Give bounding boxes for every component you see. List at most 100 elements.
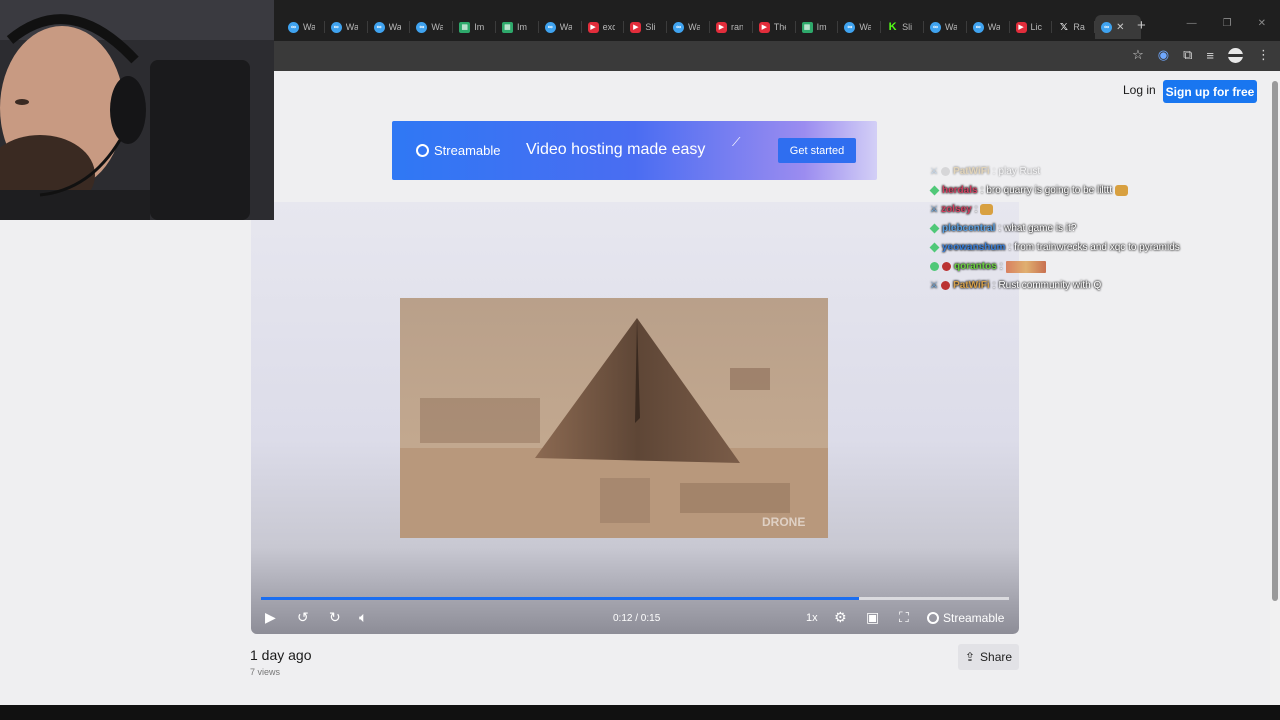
moderator-badge-icon bbox=[941, 281, 951, 290]
browser-tab[interactable]: ∞ Wa bbox=[410, 15, 453, 39]
streamable-icon: ∞ bbox=[844, 21, 856, 33]
bookmark-star-icon[interactable]: ☆ bbox=[1132, 47, 1144, 63]
restore-icon[interactable]: ❐ bbox=[1223, 18, 1232, 29]
browser-tab[interactable]: K Sli bbox=[881, 15, 924, 39]
chat-text: Rust community with Q bbox=[998, 280, 1102, 291]
more-menu-icon[interactable]: ⋮ bbox=[1257, 47, 1270, 63]
play-icon[interactable]: ▶ bbox=[265, 609, 276, 626]
browser-tab[interactable]: ▦ Im bbox=[496, 15, 539, 39]
streamable-icon: ∞ bbox=[373, 21, 385, 33]
tab-label: Ra bbox=[1073, 22, 1085, 32]
verified-badge-icon bbox=[930, 262, 939, 271]
youtube-icon: ▶ bbox=[715, 21, 727, 33]
chat-message: qorantos : bbox=[930, 257, 1230, 276]
fullscreen-icon[interactable]: ⛶ bbox=[899, 609, 909, 626]
chat-text: play Rust bbox=[998, 166, 1041, 177]
tab-active[interactable]: ∞ ✕ bbox=[1095, 15, 1142, 39]
view-count: 7 views bbox=[250, 667, 281, 677]
stream-chat-overlay: ⚔ PatWiFi : play Rust herdals : bro quarry… bbox=[929, 162, 1230, 295]
page-scrollbar[interactable] bbox=[1270, 71, 1280, 705]
chat-username[interactable]: herdals bbox=[942, 185, 978, 196]
chat-username[interactable]: PatWiFi bbox=[953, 280, 990, 291]
browser-tab[interactable]: ▶The bbox=[753, 15, 796, 39]
rewind-icon[interactable]: ↺ bbox=[297, 609, 309, 626]
sword-badge-icon: ⚔ bbox=[930, 166, 939, 176]
badge-icon bbox=[941, 167, 951, 176]
streamable-icon: ∞ bbox=[972, 21, 984, 33]
signup-button[interactable]: Sign up for free bbox=[1163, 80, 1257, 103]
streamable-brand-link[interactable]: Streamable bbox=[927, 611, 1004, 625]
chat-message: ⚔ zolsey : bbox=[930, 200, 1230, 219]
image-icon: ▦ bbox=[501, 21, 513, 33]
subscriber-badge-icon bbox=[929, 185, 940, 196]
browser-tab[interactable]: ▶ ran bbox=[710, 15, 753, 39]
tab-list: ∞Wa∞Wa∞Wa∞Wa▦Im▦Im∞Wa▶exc▶Sli∞Wa▶ran▶The… bbox=[282, 15, 1142, 39]
browser-tab[interactable]: ∞ Wa bbox=[838, 15, 881, 39]
settings-gear-icon[interactable]: ⚙ bbox=[834, 609, 847, 626]
promo-banner[interactable]: Streamable Video hosting made easy ⟋ Get… bbox=[392, 121, 877, 180]
browser-tab[interactable]: ∞ Wa bbox=[368, 15, 411, 39]
browser-tab[interactable]: ∞ Wa bbox=[325, 15, 368, 39]
chat-username[interactable]: PatWiFi bbox=[953, 166, 990, 177]
volume-icon[interactable]: 🔈︎ bbox=[359, 609, 367, 626]
chat-username[interactable]: qorantos bbox=[954, 261, 997, 272]
chat-username[interactable]: plebcentral bbox=[942, 223, 995, 234]
browser-tab[interactable]: ∞ Wa bbox=[539, 15, 582, 39]
chat-message: ⚔ PatWiFi : Rust community with Q bbox=[930, 280, 1102, 291]
browser-tab[interactable]: ▶ Lic bbox=[1010, 15, 1053, 39]
browser-tab[interactable]: ▦ Im bbox=[796, 15, 839, 39]
tab-label: Wa bbox=[859, 22, 872, 32]
sword-badge-icon: ⚔ bbox=[930, 280, 939, 290]
youtube-icon: ▶ bbox=[587, 21, 599, 33]
get-started-button[interactable]: Get started bbox=[778, 138, 856, 163]
image-icon: ▦ bbox=[459, 21, 471, 33]
media-controls-icon[interactable]: ≡ bbox=[1206, 48, 1214, 63]
tab-label: Wa bbox=[345, 22, 358, 32]
close-window-icon[interactable]: ✕ bbox=[1258, 18, 1266, 29]
chat-emote-icon bbox=[1114, 185, 1128, 196]
tab-label: The bbox=[773, 22, 786, 32]
kick-icon: K bbox=[887, 21, 899, 33]
sparkle-icon: ⟋ bbox=[732, 135, 741, 149]
forward-icon[interactable]: ↻ bbox=[329, 609, 341, 626]
playback-speed-button[interactable]: 1x bbox=[806, 612, 818, 624]
new-tab-icon[interactable]: + bbox=[1137, 17, 1146, 34]
browser-tab[interactable]: ▶ Sli bbox=[624, 15, 667, 39]
streamable-icon: ∞ bbox=[330, 21, 342, 33]
profile-avatar-icon[interactable] bbox=[1228, 47, 1243, 63]
chat-message: ⚔ PatWiFi : play Rust bbox=[930, 166, 1041, 177]
tab-close-icon[interactable]: ✕ bbox=[1116, 22, 1124, 33]
tab-label: Wa bbox=[688, 22, 701, 32]
streamable-icon: ∞ bbox=[288, 21, 299, 33]
chat-text: bro quarry is going to be lilttt bbox=[986, 185, 1112, 196]
tab-label: Sli bbox=[645, 22, 656, 32]
extensions-icon[interactable]: ⧉ bbox=[1183, 47, 1192, 63]
browser-tab[interactable]: ∞ Wa bbox=[282, 15, 325, 39]
chat-message: herdals : bro quarry is going to be lilt… bbox=[929, 181, 1230, 200]
chat-username[interactable]: yeowanshum bbox=[942, 242, 1005, 253]
seek-bar[interactable] bbox=[261, 597, 1009, 600]
browser-tab[interactable]: ▦ Im bbox=[453, 15, 496, 39]
tab-label: ran bbox=[730, 22, 743, 32]
moderator-badge-icon bbox=[942, 262, 951, 271]
image-icon: ▦ bbox=[801, 21, 813, 33]
video-player[interactable]: DRONE ▶ ↺ ↻ 🔈︎ 0:12 / 0:15 1x ⚙ ▣ ⛶ Stre… bbox=[251, 202, 1019, 634]
browser-tab[interactable]: ▶ exc bbox=[582, 15, 625, 39]
share-button[interactable]: ⇪ Share bbox=[958, 644, 1019, 670]
youtube-icon: ▶ bbox=[630, 21, 642, 33]
chat-username[interactable]: zolsey bbox=[941, 204, 972, 215]
browser-tab[interactable]: ∞ Wa bbox=[967, 15, 1010, 39]
streamable-logo-icon bbox=[416, 144, 429, 157]
tab-label: Im bbox=[816, 22, 827, 32]
youtube-icon: ▶ bbox=[758, 21, 770, 33]
browser-tab[interactable]: ∞ Wa bbox=[924, 15, 967, 39]
login-link[interactable]: Log in bbox=[1123, 83, 1156, 97]
video-frame: DRONE bbox=[400, 298, 828, 538]
picture-in-picture-icon[interactable]: ▣ bbox=[866, 609, 879, 626]
minimize-icon[interactable]: — bbox=[1187, 18, 1197, 29]
chat-emote-icon bbox=[980, 204, 994, 215]
browser-tab[interactable]: 𝕏 Ra bbox=[1052, 15, 1095, 39]
audio-playing-icon[interactable]: ◉ bbox=[1158, 47, 1169, 63]
scroll-thumb[interactable] bbox=[1272, 81, 1278, 601]
browser-tab[interactable]: ∞ Wa bbox=[667, 15, 710, 39]
